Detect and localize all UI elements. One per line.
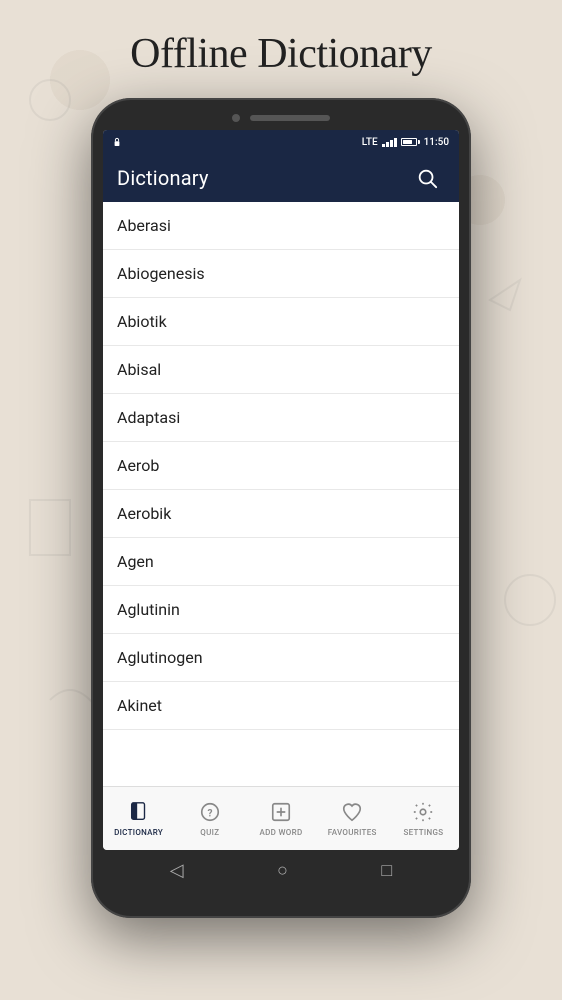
word-text: Aglutinin xyxy=(117,600,180,619)
word-list-item[interactable]: Aglutinogen xyxy=(103,634,459,682)
back-button[interactable]: ◁ xyxy=(170,860,184,881)
phone-top-bar xyxy=(103,110,459,130)
settings-nav-icon xyxy=(412,801,434,826)
word-text: Abiogenesis xyxy=(117,264,205,283)
word-list-item[interactable]: Agen xyxy=(103,538,459,586)
settings-nav-label: SETTINGS xyxy=(403,828,443,837)
word-list-item[interactable]: Aberasi xyxy=(103,202,459,250)
favourites-nav-label: FAVOURITES xyxy=(328,828,377,837)
word-list-item[interactable]: Abiotik xyxy=(103,298,459,346)
phone-frame: LTE 11:50 Dictionary xyxy=(91,98,471,918)
favourites-nav-icon xyxy=(341,801,363,826)
word-text: Agen xyxy=(117,552,154,571)
word-list-item[interactable]: Aerob xyxy=(103,442,459,490)
word-text: Aglutinogen xyxy=(117,648,203,667)
word-list-item[interactable]: Abiogenesis xyxy=(103,250,459,298)
nav-item-dictionary[interactable]: DICTIONARY xyxy=(103,787,174,850)
page-title: Offline Dictionary xyxy=(130,30,432,78)
dictionary-nav-icon xyxy=(128,801,150,826)
word-list-item[interactable]: Adaptasi xyxy=(103,394,459,442)
bottom-nav: DICTIONARY ? QUIZ ADD WORD FAVOURITES SE… xyxy=(103,786,459,850)
quiz-nav-label: QUIZ xyxy=(200,828,219,837)
word-list-item[interactable]: Aerobik xyxy=(103,490,459,538)
word-text: Akinet xyxy=(117,696,162,715)
signal-label: LTE xyxy=(362,137,378,148)
nav-item-settings[interactable]: SETTINGS xyxy=(388,787,459,850)
svg-text:?: ? xyxy=(207,808,212,819)
word-text: Adaptasi xyxy=(117,408,180,427)
nav-item-quiz[interactable]: ? QUIZ xyxy=(174,787,245,850)
word-list-item[interactable]: Abisal xyxy=(103,346,459,394)
word-list: Aberasi Abiogenesis Abiotik Abisal Adaptasi A… xyxy=(103,202,459,786)
app-header: Dictionary xyxy=(103,154,459,202)
status-right: LTE 11:50 xyxy=(362,137,449,148)
dictionary-nav-label: DICTIONARY xyxy=(114,828,163,837)
quiz-nav-icon: ? xyxy=(199,801,221,826)
battery-icon xyxy=(401,138,420,146)
app-header-title: Dictionary xyxy=(117,166,209,190)
nav-item-add-word[interactable]: ADD WORD xyxy=(245,787,316,850)
time-display: 11:50 xyxy=(424,137,449,148)
word-list-item[interactable]: Aglutinin xyxy=(103,586,459,634)
camera-dot xyxy=(232,114,240,122)
word-text: Abisal xyxy=(117,360,161,379)
recents-button[interactable]: □ xyxy=(381,860,392,881)
signal-bars xyxy=(382,138,397,147)
word-text: Aberasi xyxy=(117,216,171,235)
status-bar: LTE 11:50 xyxy=(103,130,459,154)
search-button[interactable] xyxy=(409,160,445,196)
speaker-bar xyxy=(250,115,330,121)
add-word-nav-label: ADD WORD xyxy=(260,828,303,837)
screen: LTE 11:50 Dictionary xyxy=(103,130,459,850)
phone-bottom-bar: ◁ ○ □ xyxy=(103,850,459,887)
add-word-nav-icon xyxy=(270,801,292,826)
word-text: Aerob xyxy=(117,456,159,475)
home-button[interactable]: ○ xyxy=(277,860,288,881)
nav-item-favourites[interactable]: FAVOURITES xyxy=(317,787,388,850)
word-list-item[interactable]: Akinet xyxy=(103,682,459,730)
status-left xyxy=(113,137,121,147)
word-text: Aerobik xyxy=(117,504,171,523)
word-text: Abiotik xyxy=(117,312,167,331)
